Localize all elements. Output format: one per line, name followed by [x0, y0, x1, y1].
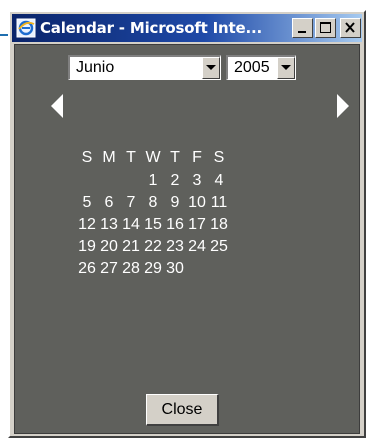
calendar-week-row: 26 27 28 29 30	[76, 258, 230, 280]
day-cell[interactable]: 8	[142, 192, 164, 214]
day-cell[interactable]: 10	[186, 192, 208, 214]
weekday-header: F	[192, 149, 202, 166]
close-icon	[345, 22, 355, 33]
day-cell[interactable]: 24	[186, 236, 208, 258]
day-cell[interactable]: 9	[164, 192, 186, 214]
window-title: Calendar - Microsoft Inte...	[40, 19, 262, 37]
day-cell[interactable]: 17	[186, 214, 208, 236]
weekday-header: S	[213, 149, 225, 166]
weekday-header: T	[126, 149, 136, 166]
weekday-header: T	[170, 149, 180, 166]
day-cell[interactable]: 19	[76, 236, 98, 258]
day-cell[interactable]: 29	[142, 258, 164, 280]
day-cell[interactable]: 26	[76, 258, 98, 280]
calendar-week-row: 19 20 21 22 23 24 25	[76, 236, 230, 258]
title-bar[interactable]: Calendar - Microsoft Inte...	[12, 14, 362, 42]
year-select[interactable]: 2005	[226, 55, 296, 80]
year-select-value: 2005	[234, 59, 270, 76]
day-cell[interactable]: 27	[98, 258, 120, 280]
day-cell[interactable]: 22	[142, 236, 164, 258]
day-cell[interactable]: 12	[76, 214, 98, 236]
day-cell[interactable]: 6	[98, 192, 120, 214]
day-cell[interactable]: 30	[164, 258, 186, 280]
day-cell[interactable]: 2	[164, 170, 186, 192]
weekday-header: M	[102, 149, 116, 166]
weekday-header: S	[81, 149, 93, 166]
day-cell[interactable]: 4	[208, 170, 230, 192]
day-cell[interactable]: 5	[76, 192, 98, 214]
calendar-week-row: 12 13 14 15 16 17 18	[76, 214, 230, 236]
day-cell	[186, 258, 208, 280]
year-dropdown-button[interactable]	[277, 57, 295, 79]
triangle-right-icon[interactable]	[335, 93, 351, 119]
day-cell[interactable]: 13	[98, 214, 120, 236]
day-cell[interactable]: 16	[164, 214, 186, 236]
chevron-down-icon	[206, 65, 216, 70]
month-dropdown-button[interactable]	[202, 57, 220, 79]
maximize-button[interactable]	[315, 18, 336, 38]
minimize-icon	[298, 31, 306, 33]
close-window-button[interactable]	[340, 18, 361, 38]
triangle-left-icon[interactable]	[49, 93, 65, 119]
day-cell	[208, 258, 230, 280]
day-cell[interactable]: 3	[186, 170, 208, 192]
day-cell[interactable]: 20	[98, 236, 120, 258]
day-cell[interactable]: 7	[120, 192, 142, 214]
calendar-grid: S M T W T F S 1 2 3 4 5 6 7 8 9 10 11 12…	[76, 146, 230, 280]
close-button[interactable]: Close	[146, 394, 219, 426]
day-cell[interactable]: 28	[120, 258, 142, 280]
day-cell[interactable]: 11	[208, 192, 230, 214]
day-cell	[98, 170, 120, 192]
day-cell[interactable]: 15	[142, 214, 164, 236]
day-cell[interactable]: 23	[164, 236, 186, 258]
day-cell[interactable]: 25	[208, 236, 230, 258]
day-cell[interactable]: 18	[208, 214, 230, 236]
day-cell	[120, 170, 142, 192]
day-cell[interactable]: 14	[120, 214, 142, 236]
month-select[interactable]: Junio	[68, 55, 221, 80]
maximize-icon	[320, 22, 331, 33]
calendar-week-row: 5 6 7 8 9 10 11	[76, 192, 230, 214]
day-cell	[76, 170, 98, 192]
day-cell[interactable]: 21	[120, 236, 142, 258]
chevron-down-icon	[281, 65, 291, 70]
ie-icon	[16, 18, 36, 38]
minimize-button[interactable]	[292, 18, 313, 38]
calendar-week-row: 1 2 3 4	[76, 170, 230, 192]
weekday-header-row: S M T W T F S	[76, 146, 230, 170]
weekday-header: W	[145, 149, 161, 166]
day-cell[interactable]: 1	[142, 170, 164, 192]
month-select-value: Junio	[76, 59, 115, 76]
